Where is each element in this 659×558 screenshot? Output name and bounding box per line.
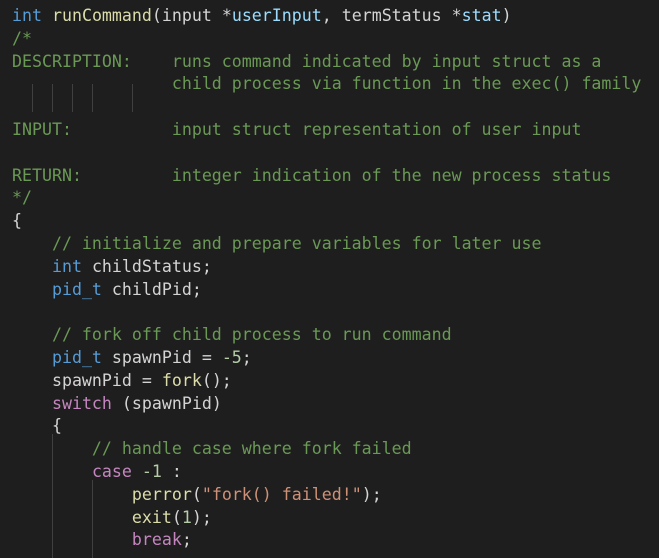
- code-editor[interactable]: int runCommand(input *userInput, termSta…: [0, 0, 659, 558]
- code-token: pid_t: [51, 348, 102, 367]
- code-token: childPid;: [101, 279, 202, 299]
- code-token: // handle case where fork failed: [12, 439, 412, 459]
- code-token: // initialize and prepare variables for …: [12, 234, 542, 253]
- code-token: {: [12, 211, 22, 231]
- code-token: spawnPid =: [101, 348, 222, 367]
- code-line[interactable]: */: [12, 187, 32, 210]
- code-token: fork: [161, 370, 202, 390]
- code-token: break: [131, 530, 182, 550]
- code-token: case: [91, 462, 132, 481]
- code-token: child process via function in the exec()…: [12, 74, 642, 94]
- code-token: */: [12, 188, 32, 208]
- code-token: childStatus;: [81, 256, 212, 276]
- code-line[interactable]: // fork off child process to run command: [12, 324, 452, 347]
- code-token: /*: [12, 28, 32, 48]
- code-line[interactable]: perror("fork() failed!");: [12, 484, 382, 507]
- code-line[interactable]: pid_t childPid;: [12, 279, 202, 302]
- code-line[interactable]: pid_t spawnPid = -5;: [12, 347, 252, 370]
- code-token: userInput: [231, 6, 322, 25]
- code-line[interactable]: case -1 :: [12, 461, 182, 484]
- code-token: runCommand: [51, 6, 152, 25]
- code-token: ): [501, 6, 512, 25]
- code-line[interactable]: break;: [12, 529, 192, 552]
- code-token: pid_t: [51, 279, 102, 299]
- code-token: ();: [201, 370, 232, 390]
- code-token: (input *: [151, 6, 232, 25]
- code-line[interactable]: // handle case where fork failed: [12, 438, 412, 461]
- code-token: INPUT: input struct representation of us…: [12, 120, 582, 139]
- code-token: switch: [51, 393, 112, 413]
- code-line[interactable]: {: [12, 210, 22, 233]
- code-line[interactable]: switch (spawnPid): [12, 393, 222, 416]
- code-token: spawnPid =: [12, 370, 162, 390]
- code-token: exit: [131, 507, 172, 527]
- code-token: int: [12, 6, 42, 25]
- code-token: (: [171, 507, 182, 527]
- code-token: {: [12, 416, 62, 436]
- code-token: -5: [221, 348, 242, 367]
- code-token: -1: [141, 462, 162, 481]
- code-line[interactable]: INPUT: input struct representation of us…: [12, 119, 581, 142]
- code-token: ;: [241, 348, 252, 367]
- code-line[interactable]: // initialize and prepare variables for …: [12, 233, 542, 256]
- code-line[interactable]: int childStatus;: [12, 256, 212, 279]
- code-token: 1: [181, 507, 192, 527]
- code-token: DESCRIPTION: runs command indicated by i…: [12, 51, 602, 71]
- code-line[interactable]: /*: [12, 28, 32, 51]
- code-token: ;: [181, 530, 192, 550]
- code-token: );: [361, 484, 382, 504]
- code-token: );: [191, 507, 212, 527]
- code-token: perror: [131, 484, 192, 504]
- code-line[interactable]: DESCRIPTION: runs command indicated by i…: [12, 51, 601, 74]
- code-token: , termStatus *: [321, 6, 462, 25]
- code-token: int: [51, 256, 82, 276]
- code-token: // fork off child process to run command: [12, 325, 452, 345]
- code-token: (spawnPid): [111, 393, 222, 413]
- code-token: :: [161, 462, 182, 481]
- code-line[interactable]: child process via function in the exec()…: [12, 73, 642, 96]
- code-token: stat: [461, 6, 502, 25]
- code-token: "fork() failed!": [201, 484, 362, 504]
- code-line[interactable]: {: [12, 415, 62, 438]
- code-line[interactable]: exit(1);: [12, 507, 212, 530]
- code-line[interactable]: spawnPid = fork();: [12, 370, 232, 393]
- code-token: (: [191, 484, 202, 504]
- code-line[interactable]: int runCommand(input *userInput, termSta…: [12, 5, 512, 28]
- code-token: RETURN: integer indication of the new pr…: [12, 165, 612, 185]
- code-line[interactable]: RETURN: integer indication of the new pr…: [12, 165, 611, 188]
